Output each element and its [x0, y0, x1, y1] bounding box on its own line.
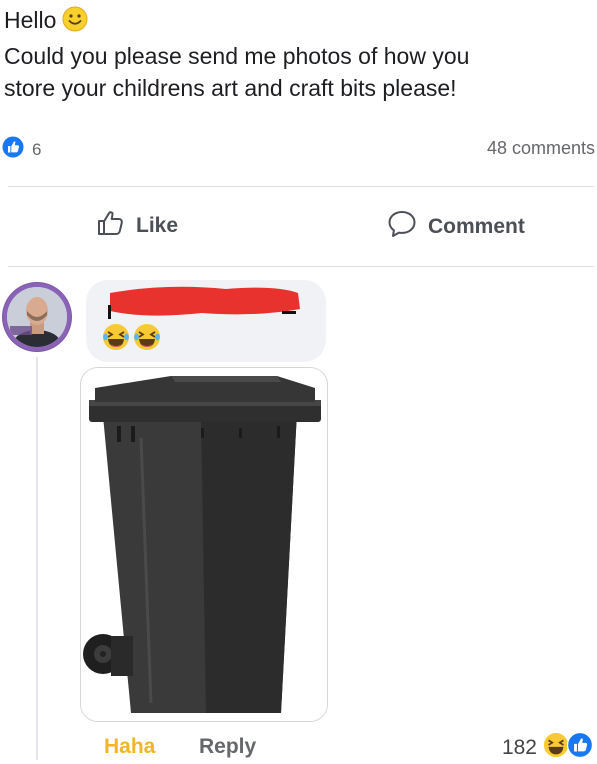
reaction-count: 182 [501, 736, 537, 759]
like-reaction-icon [567, 732, 593, 764]
commenter-avatar[interactable] [2, 282, 72, 352]
comment-footer: Haha Reply 182 [0, 731, 597, 761]
wheelie-bin-image [81, 368, 327, 721]
comment-bubble-icon [386, 208, 418, 246]
laughing-emoji-icon [102, 323, 130, 356]
post-stats: 6 48 comments [0, 136, 597, 162]
like-count[interactable]: 6 [2, 136, 41, 163]
divider [8, 186, 594, 187]
comment-thread-line [36, 357, 38, 760]
like-reaction-icon [2, 136, 24, 163]
comments-count[interactable]: 48 comments [487, 138, 595, 159]
haha-reaction-label[interactable]: Haha [104, 735, 155, 759]
divider [8, 266, 594, 267]
redacted-name [108, 286, 300, 319]
comment-emojis [102, 323, 161, 356]
smiley-emoji-icon [62, 6, 88, 40]
comment-button[interactable]: Comment [386, 208, 525, 246]
post-text: Hello Could you please send me photos of… [4, 4, 589, 104]
like-thumb-icon [96, 208, 126, 244]
comment-label: Comment [428, 215, 525, 238]
post-body-line-1: Could you please send me photos of how y… [4, 43, 470, 69]
post-greeting-line: Hello [4, 4, 589, 40]
comment-photo[interactable] [80, 367, 328, 722]
reply-button[interactable]: Reply [199, 735, 256, 759]
post-action-bar: Like Comment [0, 206, 597, 246]
laughing-emoji-icon [543, 732, 569, 764]
post-body-line-2: store your childrens art and craft bits … [4, 75, 457, 101]
reaction-summary[interactable]: 182 [502, 732, 593, 764]
laughing-emoji-icon [133, 323, 161, 356]
like-count-value: 6 [32, 139, 42, 159]
like-label: Like [136, 214, 179, 237]
post-greeting: Hello [4, 7, 57, 33]
like-button[interactable]: Like [96, 208, 178, 244]
